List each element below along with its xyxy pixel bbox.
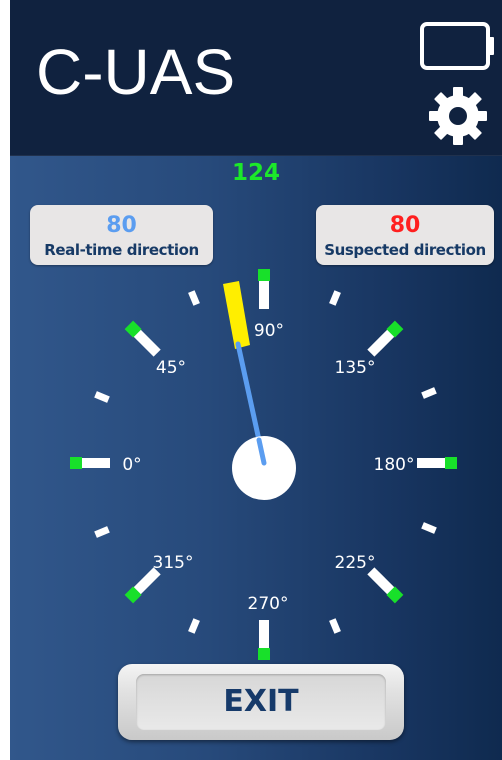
compass-dial: 90° 45° 135° 0° 180° 315° 225° 270° (70, 269, 457, 660)
exit-button-label: EXIT (136, 674, 386, 730)
minor-tick (188, 290, 200, 306)
minor-tick (329, 290, 341, 306)
minor-tick (188, 618, 200, 634)
label-45: 45° (156, 358, 186, 378)
minor-tick (421, 522, 437, 534)
major-tick-90 (258, 269, 270, 309)
label-180: 180° (374, 455, 415, 475)
minor-tick (94, 391, 110, 403)
label-315: 315° (153, 553, 194, 573)
label-270: 270° (248, 594, 289, 614)
minor-tick (421, 387, 437, 399)
major-tick-0 (70, 457, 110, 469)
minor-tick (94, 526, 110, 538)
suspected-direction-marker (223, 281, 250, 349)
label-135: 135° (335, 358, 376, 378)
major-tick-180 (417, 457, 457, 469)
major-tick-270 (258, 620, 270, 660)
app-screen: C-UAS 124 80 Real-time direction 80 Susp… (10, 0, 502, 760)
exit-button[interactable]: EXIT (118, 664, 404, 740)
minor-tick (329, 618, 341, 634)
label-90: 90° (254, 321, 284, 341)
major-tick-135 (367, 320, 404, 357)
compass-hub (232, 436, 296, 500)
label-225: 225° (335, 553, 376, 573)
label-0: 0° (122, 455, 141, 475)
major-tick-45 (124, 320, 161, 357)
